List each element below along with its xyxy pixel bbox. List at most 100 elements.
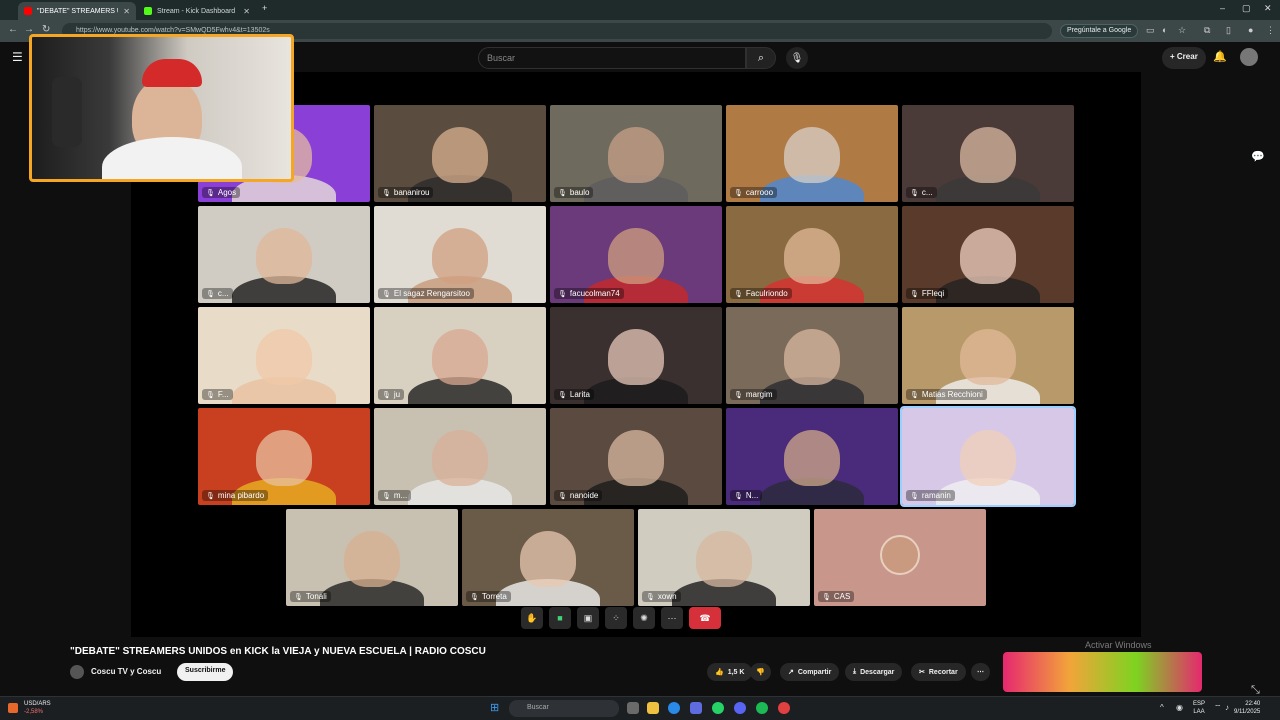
like-button[interactable]: 👍 1,5 K xyxy=(707,663,753,681)
participant-tile[interactable]: 🎙 El sagaz Rengarsitoo xyxy=(374,206,546,303)
participant-tile[interactable]: 🎙 CAS xyxy=(814,509,986,606)
mic-icon: 🎙 xyxy=(790,52,804,64)
mic-muted-icon: 🎙 xyxy=(294,593,303,601)
download-button[interactable]: ⤓ Descargar xyxy=(845,663,903,681)
participant-name: F... xyxy=(217,390,229,399)
tab-kick-dashboard[interactable]: Stream - Kick Dashboard ✕ xyxy=(138,2,256,20)
whatsapp-icon[interactable] xyxy=(712,702,724,714)
taskbar-search-input[interactable]: Buscar xyxy=(509,700,619,717)
participant-tile[interactable]: 🎙 Torreta xyxy=(462,509,634,606)
back-icon[interactable]: ← xyxy=(8,24,18,35)
ad-banner-thumbnail[interactable] xyxy=(1003,652,1202,692)
cast-icon[interactable]: ▭ xyxy=(1146,25,1155,36)
participant-tile[interactable]: 🎙 Tonali xyxy=(286,509,458,606)
thumbs-down-icon: 👎 xyxy=(756,669,765,676)
share-screen-button[interactable]: ▣ xyxy=(577,607,599,629)
channel-name[interactable]: Coscu TV y Coscu xyxy=(91,667,161,676)
participant-tile[interactable]: 🎙 bananirou xyxy=(374,105,546,202)
participant-tile[interactable]: 🎙 carrooo xyxy=(726,105,898,202)
search-label: Buscar xyxy=(527,704,549,711)
participant-tile[interactable]: 🎙 Matias Recchioni xyxy=(902,307,1074,404)
mic-muted-icon: 🎙 xyxy=(734,391,743,399)
extensions-icon[interactable]: ⧉ xyxy=(1204,25,1210,36)
clip-button[interactable]: ✂ Recortar xyxy=(911,663,966,681)
browser-menu-icon[interactable]: ⋮ xyxy=(1266,25,1275,36)
tray-chevron-icon[interactable]: ^ xyxy=(1160,703,1164,712)
hang-up-button[interactable]: ☎ xyxy=(689,607,721,629)
close-tab-icon[interactable]: ✕ xyxy=(243,7,250,16)
participant-face xyxy=(256,228,312,284)
participant-tile[interactable]: 🎙 c... xyxy=(902,105,1074,202)
participant-tile[interactable]: 🎙 Larita xyxy=(550,307,722,404)
mic-muted-icon: 🎙 xyxy=(382,290,391,298)
participant-tile[interactable]: 🎙 c... xyxy=(198,206,370,303)
participant-tile[interactable]: 🎙 ju xyxy=(374,307,546,404)
recording-app-icon[interactable] xyxy=(778,702,790,714)
participant-tile[interactable]: 🎙 Faculriondo xyxy=(726,206,898,303)
participant-face xyxy=(784,430,840,486)
participant-tile[interactable]: 🎙 xown xyxy=(638,509,810,606)
share-button[interactable]: ↗ Compartir xyxy=(780,663,840,681)
windows-start-icon[interactable]: ⊞ xyxy=(490,701,499,714)
voice-search-button[interactable]: 🎙 xyxy=(786,47,808,69)
participant-tile[interactable]: 🎙 mina pibardo xyxy=(198,408,370,505)
task-view-icon[interactable] xyxy=(627,702,639,714)
participant-tile[interactable]: 🎙 margim xyxy=(726,307,898,404)
discord-icon[interactable] xyxy=(734,702,746,714)
participant-name: baulo xyxy=(569,188,590,197)
language-indicator[interactable]: ESP LAA xyxy=(1193,700,1205,716)
wifi-icon[interactable]: ⌔ xyxy=(1214,703,1222,713)
effects-button[interactable]: ✺ xyxy=(633,607,655,629)
file-explorer-icon[interactable] xyxy=(647,702,659,714)
participant-tile[interactable]: 🎙 facucolman74 xyxy=(550,206,722,303)
spotify-icon[interactable] xyxy=(756,702,768,714)
search-icon: ⌕ xyxy=(757,51,765,64)
system-clock[interactable]: 22:40 9/11/2025 xyxy=(1234,700,1260,716)
phone-hangup-icon: ☎ xyxy=(699,612,711,623)
app-icon[interactable] xyxy=(690,702,702,714)
ask-google-button[interactable]: Pregúntale a Google xyxy=(1060,24,1139,38)
participant-tile[interactable]: 🎙 F... xyxy=(198,307,370,404)
grid-icon: ⁘ xyxy=(612,612,620,623)
participant-tile[interactable]: 🎙 N... xyxy=(726,408,898,505)
participant-tile[interactable]: 🎙 FFleqi xyxy=(902,206,1074,303)
participant-tile[interactable]: 🎙 baulo xyxy=(550,105,722,202)
maximize-icon[interactable]: ▢ xyxy=(1242,3,1251,14)
volume-icon[interactable]: ♪ xyxy=(1225,703,1229,712)
participant-tile[interactable]: 🎙 m... xyxy=(374,408,546,505)
participant-tile[interactable]: 🎙 ramanin xyxy=(900,406,1076,507)
subscribe-button[interactable]: Suscribirme xyxy=(177,663,234,681)
account-avatar[interactable] xyxy=(1240,48,1258,66)
channel-avatar[interactable] xyxy=(70,665,84,679)
more-options-button[interactable]: ⋯ xyxy=(661,607,683,629)
chrome-icon[interactable] xyxy=(668,702,680,714)
hamburger-menu-icon[interactable]: ☰ xyxy=(12,50,23,64)
profile-icon[interactable]: ● xyxy=(1248,25,1253,35)
minimize-icon[interactable]: – xyxy=(1220,3,1225,13)
tab-debate-video[interactable]: "DEBATE" STREAMERS UNIDOS ✕ xyxy=(18,2,136,20)
raise-hand-button[interactable]: ✋ xyxy=(521,607,543,629)
bookmark-star-icon[interactable]: ☆ xyxy=(1178,25,1186,36)
search-button[interactable]: ⌕ xyxy=(746,47,776,69)
participant-name: ju xyxy=(393,390,401,399)
tab-label: Stream - Kick Dashboard xyxy=(157,7,236,15)
sidebar-icon[interactable]: ▯ xyxy=(1226,25,1231,36)
mic-muted-icon: 🎙 xyxy=(382,492,391,500)
notifications-bell-icon[interactable]: 🔔 xyxy=(1213,50,1227,63)
incognito-icon[interactable]: ◐ xyxy=(1162,25,1167,35)
more-actions-button[interactable]: ⋯ xyxy=(971,663,990,681)
stock-widget-icon[interactable] xyxy=(8,703,18,713)
dislike-button[interactable]: 👎 xyxy=(750,663,771,681)
search-input[interactable]: Buscar xyxy=(478,47,746,69)
participant-tile[interactable]: 🎙 nanoide xyxy=(550,408,722,505)
new-tab-icon[interactable]: + xyxy=(262,3,267,13)
close-tab-icon[interactable]: ✕ xyxy=(123,7,130,16)
tray-app-icon[interactable]: ◉ xyxy=(1176,703,1183,712)
camera-button[interactable]: ■ xyxy=(549,607,571,629)
stock-widget[interactable]: USD/ARS -2,58% xyxy=(24,700,51,716)
chat-bubble-icon[interactable]: 💬 xyxy=(1251,150,1265,163)
participant-name: Torreta xyxy=(481,592,507,601)
layout-button[interactable]: ⁘ xyxy=(605,607,627,629)
create-button[interactable]: + Crear xyxy=(1162,47,1206,69)
close-window-icon[interactable]: ✕ xyxy=(1264,3,1272,14)
